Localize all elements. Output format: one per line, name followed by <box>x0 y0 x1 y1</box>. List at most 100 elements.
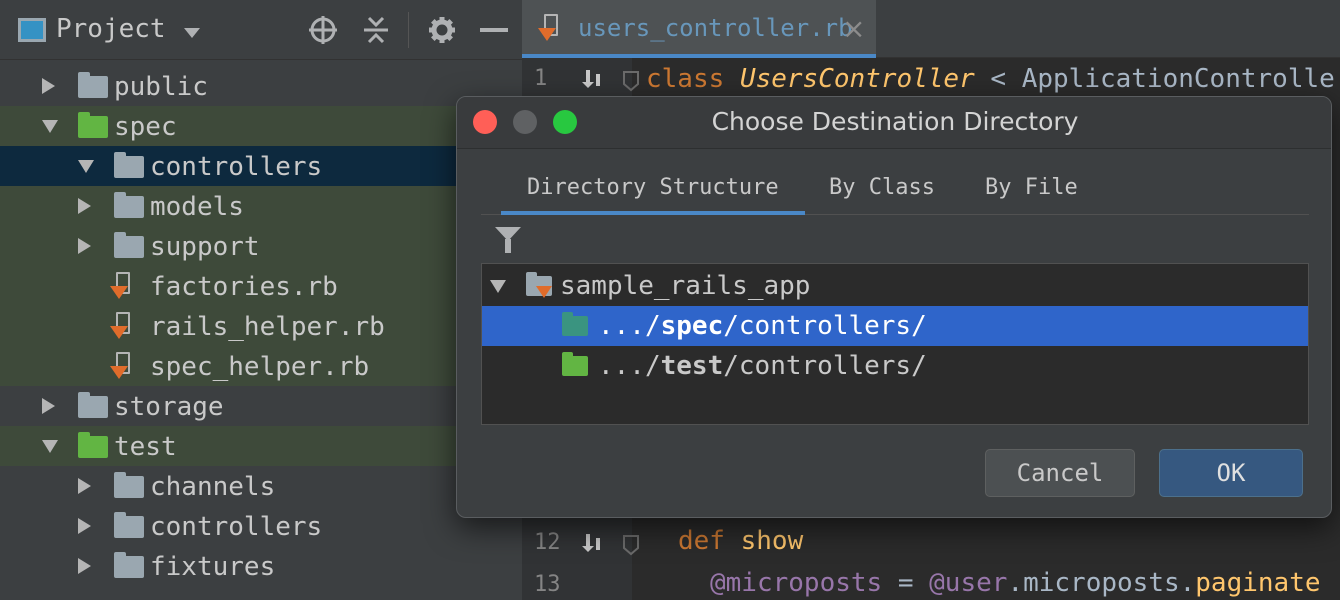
ruby-file-icon <box>110 312 136 342</box>
folder-icon <box>78 72 108 98</box>
tree-item[interactable]: support <box>0 226 522 266</box>
tree-item-label: controllers <box>150 512 323 542</box>
tree-node-label: .../spec/controllers/ <box>598 311 927 341</box>
tree-item[interactable]: controllers <box>0 506 522 546</box>
collapse-all-icon[interactable] <box>362 15 390 45</box>
fold-marker-icon[interactable] <box>622 70 640 92</box>
tab-by-class[interactable]: By Class <box>829 165 935 215</box>
code-keyword: def <box>678 526 725 556</box>
code-ivar: @microposts <box>710 568 883 598</box>
ok-button[interactable]: OK <box>1159 449 1303 497</box>
project-toolbar: Project <box>0 0 522 60</box>
expand-arrow-icon[interactable] <box>490 280 506 293</box>
project-window-icon <box>18 18 46 42</box>
test-folder-icon <box>562 352 588 376</box>
tree-item[interactable]: models <box>0 186 522 226</box>
implemented-marker-icon[interactable] <box>580 532 602 554</box>
tree-item-label: rails_helper.rb <box>150 312 385 342</box>
test-folder-icon <box>562 312 588 336</box>
project-panel: Project public spec controllers models su <box>0 0 522 600</box>
tree-item-label: factories.rb <box>150 272 338 302</box>
tree-item[interactable]: storage <box>0 386 522 426</box>
code-line-1[interactable]: class UsersController < ApplicationContr… <box>646 64 1335 94</box>
tree-item-label: test <box>114 432 177 462</box>
implemented-marker-icon[interactable] <box>580 68 602 90</box>
collapse-arrow-icon[interactable] <box>42 398 55 414</box>
tab-directory-structure[interactable]: Directory Structure <box>501 165 805 215</box>
folder-icon <box>114 552 144 578</box>
collapse-arrow-icon[interactable] <box>78 198 91 214</box>
tab-by-file[interactable]: By File <box>985 165 1078 215</box>
folder-icon <box>114 232 144 258</box>
dialog-tabs: Directory Structure By Class By File <box>481 165 1309 215</box>
tree-item-label: controllers <box>150 152 323 182</box>
tree-item[interactable]: fixtures <box>0 546 522 586</box>
locate-target-icon[interactable] <box>308 15 338 45</box>
code-method-name: paginate <box>1195 568 1321 598</box>
code-line-13[interactable]: @microposts = @user.microposts.paginate <box>710 568 1321 598</box>
tree-item-label: fixtures <box>150 552 276 582</box>
collapse-arrow-icon[interactable] <box>78 518 91 534</box>
tab-label: users_controller.rb <box>578 14 853 42</box>
fold-marker-icon[interactable] <box>622 534 640 556</box>
tree-item-label: storage <box>114 392 224 422</box>
tree-item[interactable]: spec_helper.rb <box>0 346 522 386</box>
dialog-title: Choose Destination Directory <box>711 107 1079 136</box>
folder-icon <box>78 432 108 458</box>
editor-tab-bar: users_controller.rb × <box>522 0 1340 58</box>
choose-destination-dialog: Choose Destination Directory Directory S… <box>456 96 1332 518</box>
cancel-button[interactable]: Cancel <box>985 449 1135 497</box>
code-method-name: show <box>740 526 804 556</box>
filter-icon[interactable] <box>495 227 521 253</box>
tree-item[interactable]: public <box>0 66 522 106</box>
line-number: 12 <box>534 530 561 555</box>
collapse-arrow-icon[interactable] <box>78 558 91 574</box>
dialog-titlebar: Choose Destination Directory <box>457 97 1331 149</box>
tree-item[interactable]: rails_helper.rb <box>0 306 522 346</box>
code-line-12[interactable]: def show <box>678 526 803 556</box>
tree-node-test-controllers[interactable]: .../test/controllers/ <box>482 346 1308 386</box>
tree-item[interactable]: factories.rb <box>0 266 522 306</box>
code-keyword: class <box>646 64 725 94</box>
directory-tree: sample_rails_app .../spec/controllers/ .… <box>481 263 1309 425</box>
tree-node-label: .../test/controllers/ <box>598 351 927 381</box>
chevron-down-icon[interactable] <box>184 28 200 38</box>
line-number: 13 <box>534 572 561 597</box>
code-text: .microposts. <box>1007 568 1196 598</box>
tree-item[interactable]: spec <box>0 106 522 146</box>
tree-node-root[interactable]: sample_rails_app <box>482 266 1308 306</box>
expand-arrow-icon[interactable] <box>42 440 58 453</box>
expand-arrow-icon[interactable] <box>78 160 94 173</box>
code-class-name: UsersController <box>739 64 975 94</box>
tree-item[interactable]: controllers <box>0 146 522 186</box>
tree-item-label: spec <box>114 112 177 142</box>
collapse-arrow-icon[interactable] <box>78 478 91 494</box>
tree-item[interactable]: channels <box>0 466 522 506</box>
ruby-gem-icon <box>536 286 552 298</box>
code-ivar: @user <box>929 568 1008 598</box>
folder-icon <box>114 512 144 538</box>
tree-item-label: models <box>150 192 244 222</box>
code-text: = <box>882 568 930 598</box>
ruby-file-icon <box>538 14 564 44</box>
folder-icon <box>78 392 108 418</box>
collapse-arrow-icon[interactable] <box>42 78 55 94</box>
close-icon[interactable]: × <box>842 12 865 45</box>
gear-icon[interactable] <box>428 16 456 44</box>
folder-icon <box>114 192 144 218</box>
collapse-arrow-icon[interactable] <box>78 238 91 254</box>
expand-arrow-icon[interactable] <box>42 120 58 133</box>
ruby-file-icon <box>110 352 136 382</box>
project-view-selector[interactable]: Project <box>56 14 166 44</box>
minimize-panel-icon[interactable] <box>480 28 508 34</box>
tree-item-label: public <box>114 72 208 102</box>
folder-icon <box>78 112 108 138</box>
editor-tab-users-controller[interactable]: users_controller.rb × <box>522 0 876 58</box>
tree-node-spec-controllers[interactable]: .../spec/controllers/ <box>482 306 1308 346</box>
tree-node-label: sample_rails_app <box>560 271 811 301</box>
toolbar-separator <box>408 12 409 48</box>
tree-item[interactable]: test <box>0 426 522 466</box>
code-text: < ApplicationControlle <box>974 64 1335 94</box>
tree-item-label: channels <box>150 472 276 502</box>
ruby-file-icon <box>110 272 136 302</box>
